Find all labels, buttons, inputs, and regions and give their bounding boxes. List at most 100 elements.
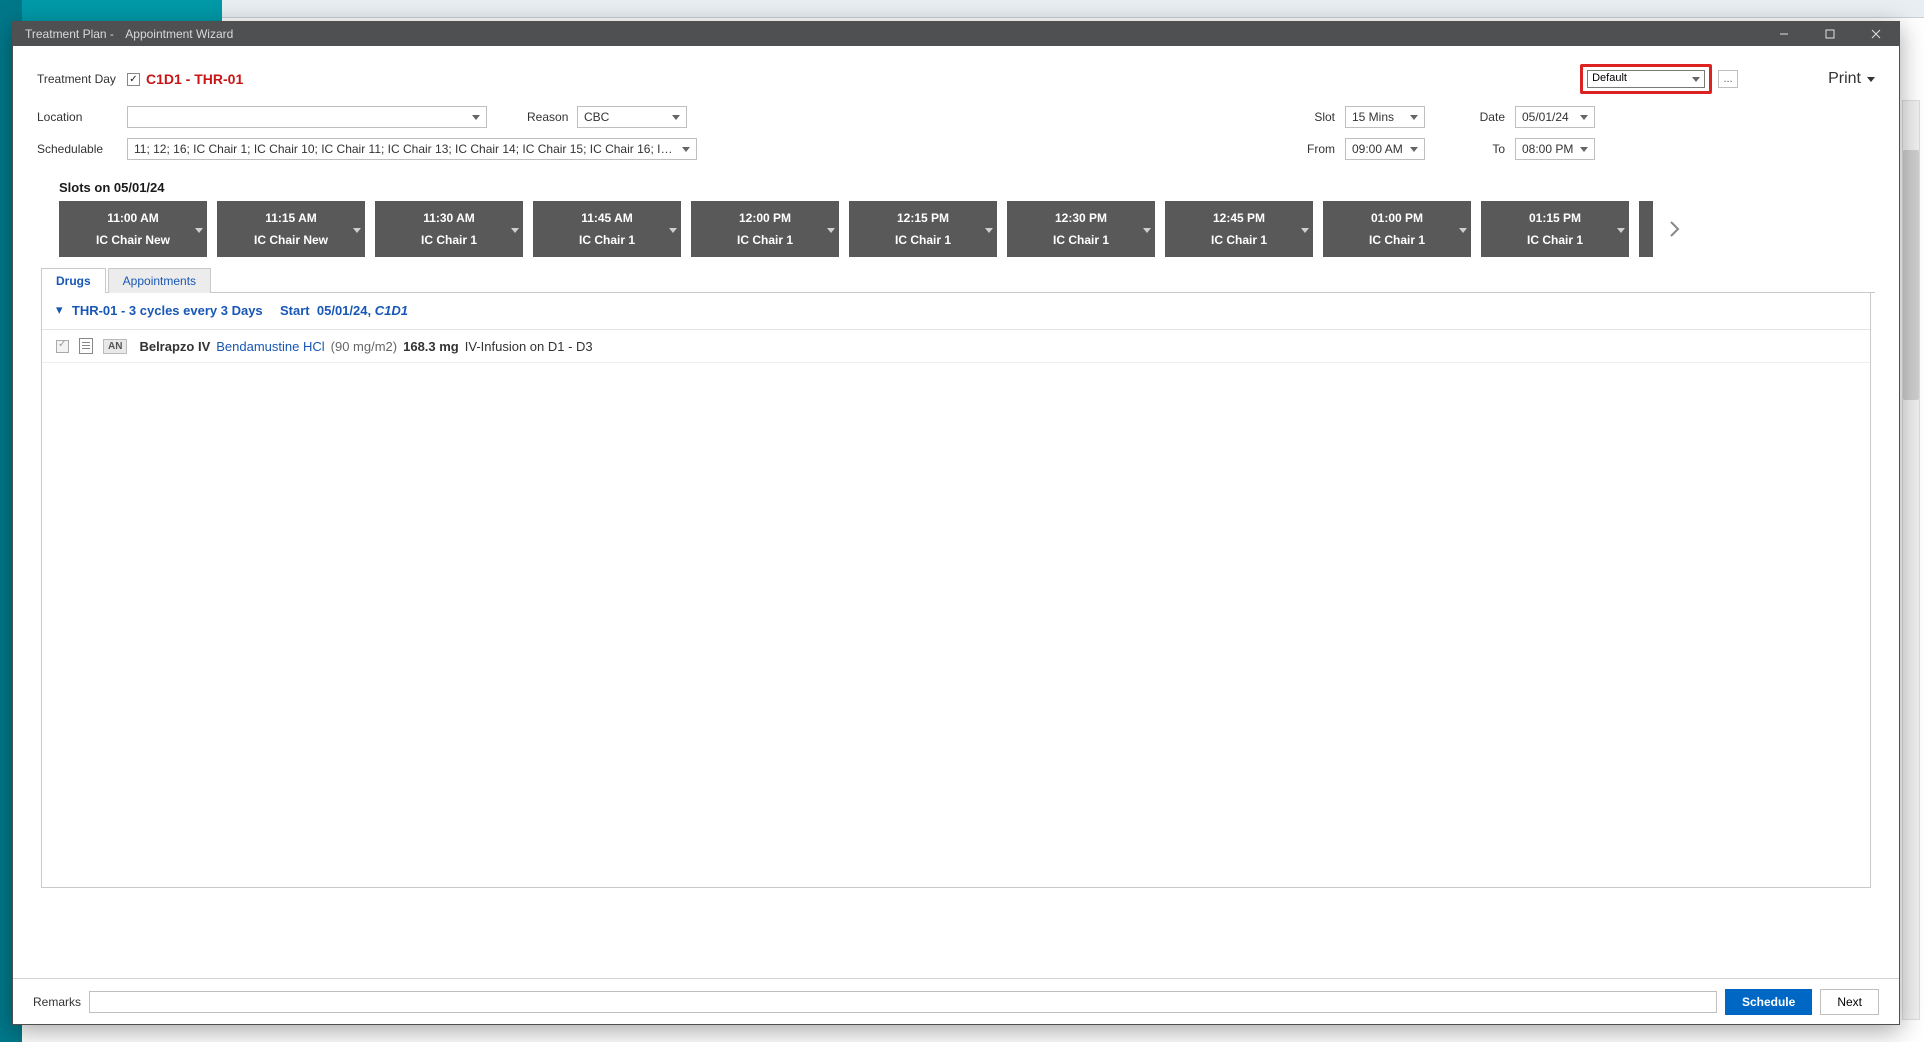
treatment-day-checkbox[interactable] <box>127 73 140 86</box>
slot-card[interactable]: 01:15 PMIC Chair 1 <box>1481 201 1629 257</box>
drug-checkbox[interactable] <box>56 340 69 353</box>
regimen-start-date: 05/01/24, <box>317 303 371 318</box>
chevron-down-icon <box>1410 147 1418 152</box>
chevron-down-icon <box>1617 228 1625 233</box>
slot-label: Slot <box>1295 110 1335 124</box>
modal-title-a: Treatment Plan - <box>25 27 114 41</box>
an-badge: AN <box>103 339 127 354</box>
slot-card[interactable]: 11:45 AMIC Chair 1 <box>533 201 681 257</box>
slots-row: 11:00 AMIC Chair New 11:15 AMIC Chair Ne… <box>37 201 1875 257</box>
chevron-down-icon <box>1692 77 1700 82</box>
tabs: Drugs Appointments <box>41 267 1875 293</box>
slot-select[interactable]: 15 Mins <box>1345 106 1425 128</box>
reason-select[interactable]: CBC <box>577 106 687 128</box>
reason-value: CBC <box>584 110 609 124</box>
close-button[interactable] <box>1853 22 1899 46</box>
chevron-down-icon <box>827 228 835 233</box>
slot-card[interactable]: 12:00 PMIC Chair 1 <box>691 201 839 257</box>
appointment-wizard-modal: Treatment Plan - Appointment Wizard Trea… <box>12 21 1900 1025</box>
slot-card-partial[interactable] <box>1639 201 1653 257</box>
document-icon[interactable] <box>79 338 93 354</box>
ellipsis-button[interactable]: ... <box>1718 70 1738 88</box>
chevron-down-icon <box>472 115 480 120</box>
slots-next-button[interactable] <box>1663 201 1685 257</box>
modal-title-b: Appointment Wizard <box>125 27 233 41</box>
chevron-down-icon <box>195 228 203 233</box>
slot-card[interactable]: 11:00 AMIC Chair New <box>59 201 207 257</box>
title-separator <box>118 27 121 41</box>
chevron-down-icon <box>1459 228 1467 233</box>
close-icon <box>1871 29 1881 39</box>
minimize-button[interactable] <box>1761 22 1807 46</box>
chevron-down-icon <box>985 228 993 233</box>
app-top-strip <box>222 0 1924 18</box>
date-select[interactable]: 05/01/24 <box>1515 106 1595 128</box>
slot-card[interactable]: 11:30 AMIC Chair 1 <box>375 201 523 257</box>
chevron-down-icon <box>1410 115 1418 120</box>
maximize-icon <box>1825 29 1835 39</box>
location-select[interactable] <box>127 106 487 128</box>
date-value: 05/01/24 <box>1522 110 1569 124</box>
from-select[interactable]: 09:00 AM <box>1345 138 1425 160</box>
schedulable-select[interactable]: 11; 12; 16; IC Chair 1; IC Chair 10; IC … <box>127 138 697 160</box>
slot-card[interactable]: 12:45 PMIC Chair 1 <box>1165 201 1313 257</box>
slot-card[interactable]: 12:15 PMIC Chair 1 <box>849 201 997 257</box>
maximize-button[interactable] <box>1807 22 1853 46</box>
slot-value: 15 Mins <box>1352 110 1394 124</box>
slot-card[interactable]: 01:00 PMIC Chair 1 <box>1323 201 1471 257</box>
chevron-down-icon <box>1143 228 1151 233</box>
treatment-day-label: Treatment Day <box>37 72 127 86</box>
from-value: 09:00 AM <box>1352 142 1403 156</box>
schedulable-value: 11; 12; 16; IC Chair 1; IC Chair 10; IC … <box>134 142 679 156</box>
next-button[interactable]: Next <box>1820 989 1879 1015</box>
chevron-right-icon <box>1668 220 1680 238</box>
slot-card[interactable]: 12:30 PMIC Chair 1 <box>1007 201 1155 257</box>
default-template-value: Default <box>1592 72 1627 84</box>
to-label: To <box>1465 142 1505 156</box>
to-value: 08:00 PM <box>1522 142 1573 156</box>
slots-heading: Slots on 05/01/24 <box>59 180 1875 195</box>
default-template-select[interactable]: Default <box>1587 70 1705 88</box>
reason-label: Reason <box>527 110 577 124</box>
location-label: Location <box>37 110 127 124</box>
remarks-input[interactable] <box>89 991 1717 1013</box>
chevron-down-icon <box>672 115 680 120</box>
drug-total-dose: 168.3 mg <box>403 339 459 354</box>
chevron-down-icon <box>682 147 690 152</box>
regimen-name: THR-01 - 3 cycles every 3 Days <box>72 303 263 318</box>
regimen-header[interactable]: ▾ THR-01 - 3 cycles every 3 Days Start 0… <box>42 293 1870 330</box>
regimen-cycle: C1D1 <box>375 303 408 318</box>
to-select[interactable]: 08:00 PM <box>1515 138 1595 160</box>
drug-row[interactable]: AN Belrapzo IV Bendamustine HCl (90 mg/m… <box>42 330 1870 363</box>
remarks-label: Remarks <box>33 995 81 1009</box>
expand-toggle-icon[interactable]: ▾ <box>56 302 63 318</box>
chevron-down-icon <box>353 228 361 233</box>
default-select-highlight: Default <box>1580 64 1712 94</box>
drug-name: Belrapzo IV <box>139 339 210 354</box>
chevron-down-icon <box>1580 115 1588 120</box>
drug-route-days: IV-Infusion on D1 - D3 <box>465 339 593 354</box>
chevron-down-icon <box>1301 228 1309 233</box>
print-label: Print <box>1828 70 1861 88</box>
treatment-day-value: C1D1 - THR-01 <box>146 71 243 87</box>
modal-titlebar: Treatment Plan - Appointment Wizard <box>13 22 1899 46</box>
schedule-button[interactable]: Schedule <box>1725 989 1812 1015</box>
chevron-down-icon <box>669 228 677 233</box>
tab-appointments[interactable]: Appointments <box>108 268 211 293</box>
minimize-icon <box>1779 29 1789 39</box>
regimen-start-label: Start <box>280 303 310 318</box>
print-button[interactable]: Print <box>1828 70 1875 88</box>
drug-generic: Bendamustine HCl <box>216 339 324 354</box>
from-label: From <box>1295 142 1335 156</box>
bottom-bar: Remarks Schedule Next <box>13 978 1899 1024</box>
tab-drugs[interactable]: Drugs <box>41 268 106 293</box>
chevron-down-icon <box>1867 77 1875 82</box>
schedulable-label: Schedulable <box>37 142 127 156</box>
slot-card[interactable]: 11:15 AMIC Chair New <box>217 201 365 257</box>
date-label: Date <box>1465 110 1505 124</box>
chevron-down-icon <box>511 228 519 233</box>
chevron-down-icon <box>1580 147 1588 152</box>
background-scrollbar-thumb[interactable] <box>1903 150 1919 400</box>
drug-panel: ▾ THR-01 - 3 cycles every 3 Days Start 0… <box>41 293 1871 888</box>
drug-dose-per-area: (90 mg/m2) <box>331 339 397 354</box>
